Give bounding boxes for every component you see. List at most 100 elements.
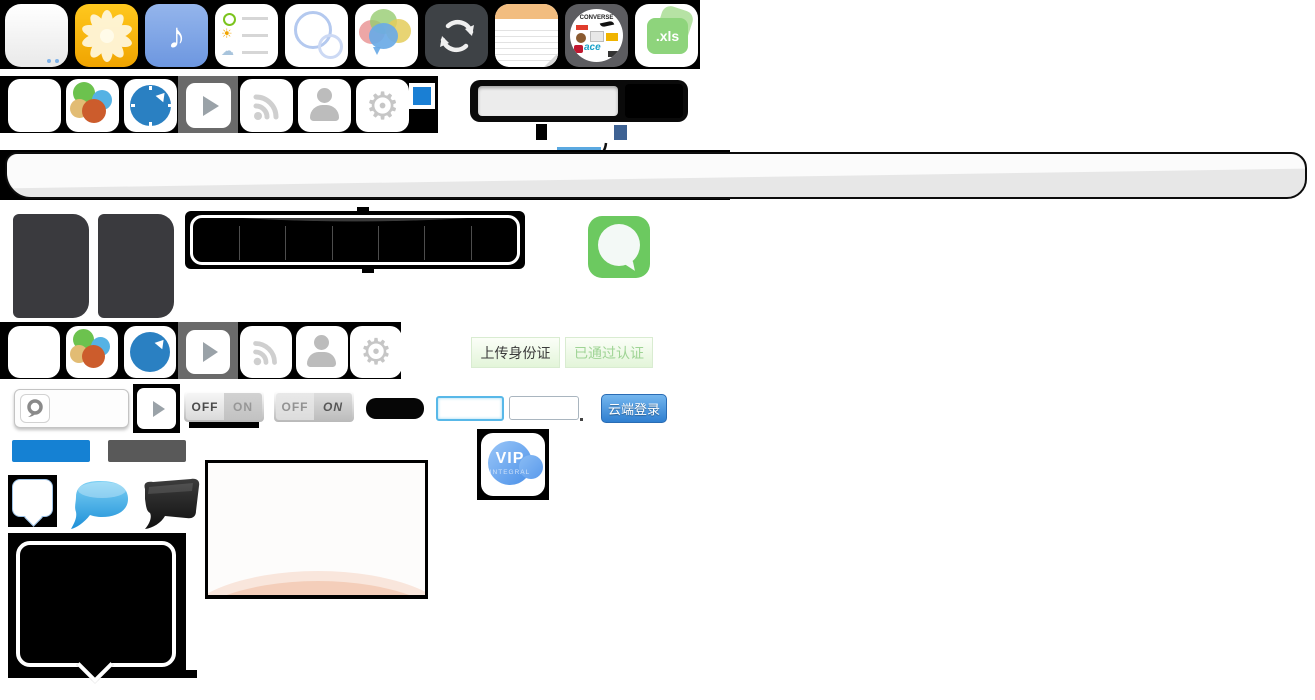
gear-icon[interactable]: ⚙ [356,79,409,132]
flower-photos-icon[interactable] [75,4,138,67]
rss-icon[interactable] [240,79,293,132]
sprite-sheet-canvas: ♪ ☀ ☁ CONVERS [0,0,1315,700]
chat-collage-icon[interactable] [355,4,418,67]
folded-corner [544,53,558,67]
search-bar-field[interactable] [478,86,618,116]
refresh-arrows-glyph [426,5,488,67]
blue-bubble [369,23,398,49]
dot [47,59,51,63]
music-note-glyph: ♪ [168,15,186,57]
gear-glyph: ⚙ [365,84,399,128]
color-dots-icon[interactable] [66,79,119,132]
dot [55,59,59,63]
search-magnifier-icon [20,394,50,423]
rss-glyph [247,86,287,126]
toggle-off-label: OFF [192,400,219,414]
segment-divider [378,226,379,260]
blue-clock-icon[interactable] [124,79,177,132]
toggle-off-label: OFF [282,400,309,414]
black-swatch [536,124,547,140]
music-note-icon[interactable]: ♪ [145,4,208,67]
green-message-icon[interactable] [588,216,650,278]
tick [149,86,152,90]
xls-file-icon[interactable]: .xls [635,4,698,67]
cloud-login-label: 云端登录 [608,399,660,418]
vip-title: VIP [481,450,539,468]
black-speech-bubble [135,477,203,532]
segmented-bar-tab-bottom [362,268,374,273]
refresh-sync-icon[interactable] [425,4,488,67]
blue-disc [130,332,170,372]
play-icon[interactable] [182,79,235,132]
reminders-list-icon[interactable]: ☀ ☁ [215,4,278,67]
rss-icon[interactable] [240,326,292,378]
small-circle-outline [318,34,343,59]
segment-divider [332,226,333,260]
gray-input[interactable] [509,396,579,420]
vip-badge: VIP INTEGRAL [481,433,545,496]
list-line [242,34,268,37]
blank-app-icon-small[interactable] [8,79,61,132]
small-blue-square[interactable] [413,87,431,105]
segmented-bar-tab-top [357,207,369,212]
blue-speech-bubble [64,477,134,533]
rss-glyph [247,333,285,371]
list-line [242,17,268,20]
upload-id-button[interactable]: 上传身份证 [471,337,560,368]
gray-rect-button[interactable] [108,440,186,462]
blank-app-icon-small[interactable] [8,326,60,378]
play-triangle [203,96,219,116]
flower-glyph [79,8,135,64]
red-brand-block2 [574,45,583,53]
nike-swoosh [600,21,615,28]
toggle-shadow [189,422,259,428]
play-tile [186,330,230,374]
blue-rect-button[interactable] [12,440,90,462]
dark-phone-card [13,214,89,318]
segment-divider [285,226,286,260]
blank-app-icon[interactable] [5,4,68,67]
person-icon[interactable] [298,79,351,132]
blue-glow-input[interactable] [436,396,504,421]
dark-phone-card [98,214,174,318]
play-icon[interactable] [182,326,234,378]
tick [149,122,152,126]
toggle-off-segment[interactable]: OFF [186,393,224,420]
gloss-sheen [7,154,1305,197]
blue-clock-icon[interactable] [124,326,176,378]
search-input[interactable] [14,389,129,428]
search-bar-button[interactable] [625,84,683,118]
blue-circles-icon[interactable] [285,4,348,67]
toggle-on-label: ON [233,400,253,414]
segmented-black-bar [190,215,520,265]
red-brand-block [576,25,588,30]
vip-badge-tile: VIP INTEGRAL [477,429,549,500]
color-dots-icon[interactable] [66,326,118,378]
brands-collage-icon[interactable]: CONVERSE ace [565,4,628,67]
dark-brand-block [608,51,620,57]
toggle-on-active[interactable]: OFF ON [274,391,354,422]
vip-subtitle: INTEGRAL [481,469,539,476]
green-ring-bullet [223,13,236,26]
person-icon[interactable] [296,326,348,378]
toggle-on-segment[interactable]: ON [224,393,262,420]
toggle-off-on[interactable]: OFF ON [184,391,264,422]
peach-panel-backing [205,460,428,599]
bubble-tail [373,47,381,55]
play-button-tile [133,384,180,433]
steel-blue-swatch [614,125,627,140]
cloud-login-button[interactable]: 云端登录 [601,394,667,423]
verified-label: 已通过认证 [574,343,644,363]
sun-bullet: ☀ [221,26,233,42]
toggle-on-segment[interactable]: ON [314,393,352,420]
message-bubble-tail [623,261,635,273]
list-line [242,51,268,54]
search-bar[interactable] [470,80,688,122]
notes-icon[interactable] [495,4,558,67]
person-head [317,88,332,103]
toggle-off-segment[interactable]: OFF [276,393,314,420]
gear-icon[interactable]: ⚙ [350,326,402,378]
play-button[interactable] [137,388,176,429]
notes-header [495,4,558,19]
white-bubble-tile [8,475,57,527]
